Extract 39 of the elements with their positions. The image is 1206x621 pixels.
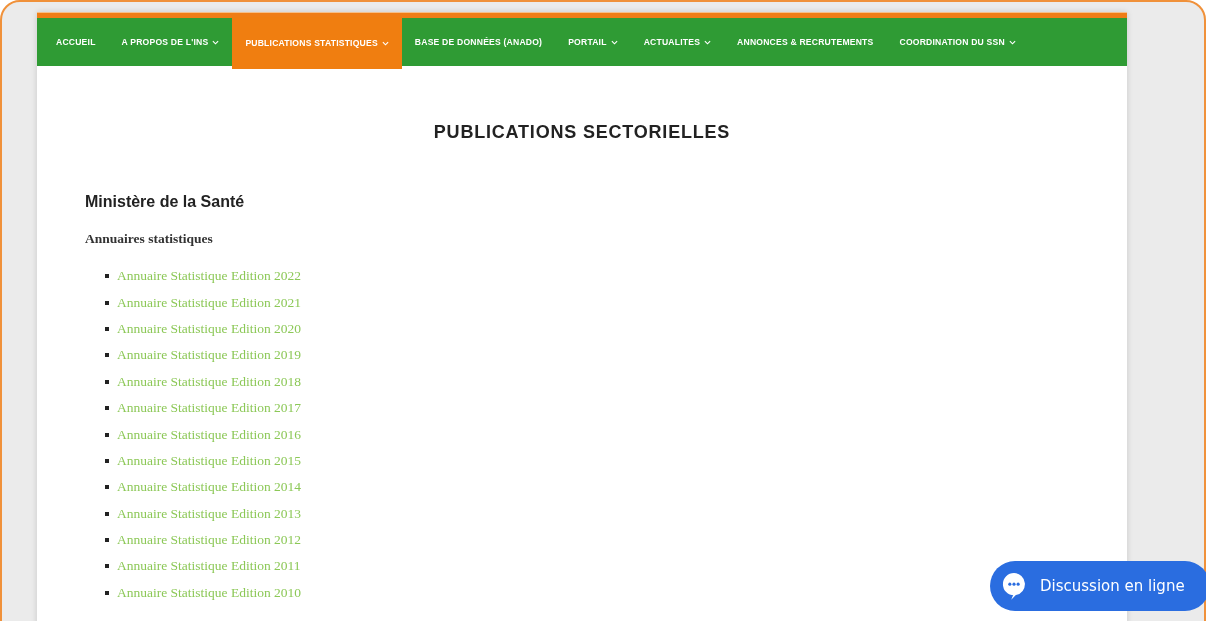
bullet-icon	[105, 326, 109, 331]
edition-link[interactable]: Annuaire Statistique Edition 2019	[117, 347, 302, 364]
edition-link[interactable]: Annuaire Statistique Edition 2012	[117, 532, 302, 549]
bullet-icon	[105, 300, 109, 305]
nav-tab[interactable]: BASE DE DONNÉES (ANADO)	[401, 18, 556, 66]
bullet-icon	[105, 538, 109, 543]
nav-tab[interactable]: PORTAIL	[555, 18, 631, 66]
nav-tab[interactable]: A PROPOS DE L'INS	[108, 18, 233, 66]
chat-bubble-icon	[1002, 572, 1026, 600]
edition-link[interactable]: Annuaire Statistique Edition 2022	[117, 268, 302, 285]
nav-tab[interactable]: COORDINATION DU SSN	[886, 18, 1029, 66]
edition-link[interactable]: Annuaire Statistique Edition 2011	[117, 558, 301, 575]
chat-button[interactable]: Discussion en ligne	[990, 561, 1206, 611]
nav-tab[interactable]: ACTUALITES	[630, 18, 725, 66]
bullet-icon	[105, 458, 109, 463]
bullet-icon	[105, 564, 109, 569]
bullet-icon	[105, 432, 109, 437]
subsection-title: Annuaires statistiques	[85, 231, 214, 247]
bullet-icon	[105, 353, 109, 358]
edition-link[interactable]: Annuaire Statistique Edition 2021	[117, 294, 302, 311]
edition-link[interactable]: Annuaire Statistique Edition 2016	[117, 426, 302, 443]
edition-link[interactable]: Annuaire Statistique Edition 2013	[117, 505, 302, 522]
bullet-icon	[105, 406, 109, 411]
bullet-icon	[105, 590, 109, 595]
page-title: PUBLICATIONS SECTORIELLES	[432, 122, 732, 143]
section-title: Ministère de la Santé	[85, 193, 246, 211]
nav-tab[interactable]: PUBLICATIONS STATISTIQUES	[232, 17, 402, 69]
bullet-icon	[105, 379, 109, 384]
edition-link[interactable]: Annuaire Statistique Edition 2014	[117, 479, 302, 496]
nav-tab[interactable]: ANNONCES & RECRUTEMENTS	[724, 18, 887, 66]
edition-link[interactable]: Annuaire Statistique Edition 2010	[117, 584, 302, 601]
bullet-icon	[105, 274, 109, 279]
edition-link[interactable]: Annuaire Statistique Edition 2018	[117, 373, 302, 390]
bullet-icon	[105, 511, 109, 516]
nav-tab[interactable]: ACCUEIL	[43, 18, 109, 66]
edition-link[interactable]: Annuaire Statistique Edition 2017	[117, 400, 302, 417]
bullet-icon	[105, 485, 109, 490]
edition-link[interactable]: Annuaire Statistique Edition 2020	[117, 320, 302, 337]
edition-link[interactable]: Annuaire Statistique Edition 2015	[117, 452, 302, 469]
